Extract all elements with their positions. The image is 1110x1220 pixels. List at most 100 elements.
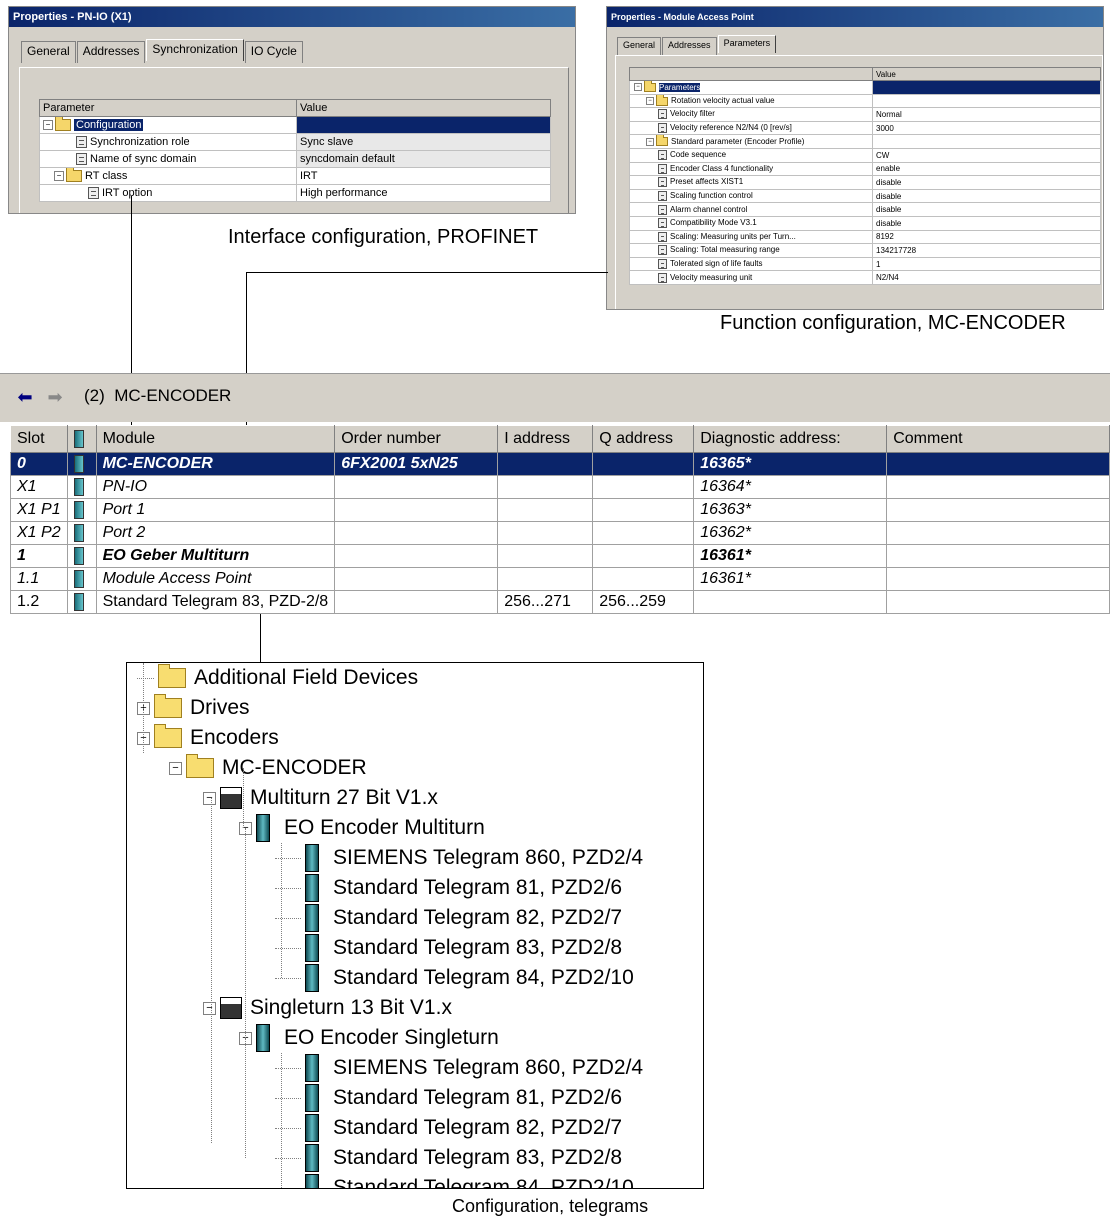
tree-item[interactable]: Standard Telegram 81, PZD2/6 xyxy=(275,873,622,903)
tab-parameters[interactable]: Parameters xyxy=(717,35,777,53)
table-row[interactable]: X1 P1 Port 1 16363* xyxy=(10,498,1110,522)
column-header-icon[interactable] xyxy=(66,425,97,453)
param-row[interactable]: Scaling: Total measuring range 134217728 xyxy=(629,243,1101,258)
tree-item[interactable]: + Drives xyxy=(137,693,250,723)
column-header-value[interactable]: Value xyxy=(296,99,551,117)
param-value[interactable] xyxy=(872,93,1101,109)
tree-item[interactable]: Standard Telegram 83, PZD2/8 xyxy=(275,1143,622,1173)
param-value[interactable]: IRT xyxy=(296,167,551,185)
column-header-slot[interactable]: Slot xyxy=(10,425,68,453)
tree-item[interactable]: Standard Telegram 82, PZD2/7 xyxy=(275,1113,622,1143)
table-row[interactable]: X1 P2 Port 2 16362* xyxy=(10,521,1110,545)
param-value[interactable]: disable xyxy=(872,215,1101,231)
tree-item[interactable]: − EO Encoder Singleturn xyxy=(239,1023,499,1053)
collapse-icon[interactable]: − xyxy=(169,761,182,775)
param-value[interactable] xyxy=(872,80,1101,95)
tab-addresses[interactable]: Addresses xyxy=(662,37,717,55)
param-row[interactable]: Synchronization role Sync slave xyxy=(39,133,551,151)
collapse-icon[interactable]: − xyxy=(43,120,53,131)
table-row[interactable]: 0 MC-ENCODER 6FX2001 5xN25 16365* xyxy=(10,452,1110,476)
param-row[interactable]: − Parameters xyxy=(629,80,1101,95)
tree-item-label: Drives xyxy=(190,696,250,719)
param-row[interactable]: IRT option High performance xyxy=(39,184,551,202)
column-header-q-address[interactable]: Q address xyxy=(592,425,695,453)
param-value[interactable]: disable xyxy=(872,202,1101,217)
collapse-icon[interactable]: − xyxy=(646,137,654,146)
tree-item[interactable]: Standard Telegram 84, PZD2/10 xyxy=(275,1173,634,1188)
param-row[interactable]: Encoder Class 4 functionality enable xyxy=(629,161,1101,177)
table-row[interactable]: 1.2 Standard Telegram 83, PZD-2/8 256...27… xyxy=(10,590,1110,614)
param-row[interactable]: Preset affects XIST1 disable xyxy=(629,175,1101,190)
tab-synchronization[interactable]: Synchronization xyxy=(146,39,244,61)
back-arrow-icon[interactable]: ⬅ xyxy=(12,386,38,408)
tab-general[interactable]: General xyxy=(21,41,76,63)
param-value[interactable]: disable xyxy=(872,188,1101,204)
table-row[interactable]: 1 EO Geber Multiturn 16361* xyxy=(10,544,1110,568)
param-value[interactable]: 134217728 xyxy=(872,243,1101,258)
column-header-i-address[interactable]: I address xyxy=(497,425,594,453)
column-header-order-number[interactable]: Order number xyxy=(334,425,499,453)
param-row[interactable]: − Rotation velocity actual value xyxy=(629,93,1101,109)
collapse-icon[interactable]: − xyxy=(634,83,642,92)
collapse-icon[interactable]: − xyxy=(203,791,216,805)
column-header-diagnostic-address[interactable]: Diagnostic address: xyxy=(693,425,888,453)
param-value[interactable]: disable xyxy=(872,175,1101,190)
column-header-value[interactable]: Value xyxy=(872,67,1101,81)
collapse-icon[interactable]: − xyxy=(646,97,654,106)
param-row[interactable]: Scaling: Measuring units per Turn... 8192 xyxy=(629,229,1101,245)
param-value[interactable]: Normal xyxy=(872,107,1101,122)
param-value[interactable]: 1 xyxy=(872,256,1101,272)
param-value[interactable]: N2/N4 xyxy=(872,270,1101,285)
param-value[interactable]: 8192 xyxy=(872,229,1101,245)
tree-item[interactable]: Standard Telegram 83, PZD2/8 xyxy=(275,933,622,963)
param-value[interactable]: syncdomain default xyxy=(296,150,551,168)
tab-io-cycle[interactable]: IO Cycle xyxy=(244,41,303,63)
module-icon-cell xyxy=(66,475,97,499)
column-header-comment[interactable]: Comment xyxy=(886,425,1110,453)
tree-item[interactable]: SIEMENS Telegram 860, PZD2/4 xyxy=(275,843,643,873)
param-row[interactable]: − RT class IRT xyxy=(39,167,551,185)
tree-item[interactable]: − Singleturn 13 Bit V1.x xyxy=(203,993,452,1023)
param-value[interactable]: High performance xyxy=(296,184,551,202)
param-value[interactable]: 3000 xyxy=(872,120,1101,136)
param-row[interactable]: Velocity measuring unit N2/N4 xyxy=(629,270,1101,285)
collapse-icon[interactable]: − xyxy=(54,171,64,182)
tree-item[interactable]: − Encoders xyxy=(137,723,279,753)
tree-item[interactable]: − EO Encoder Multiturn xyxy=(239,813,485,843)
param-row[interactable]: Compatibility Mode V3.1 disable xyxy=(629,215,1101,231)
forward-arrow-icon[interactable]: ➡ xyxy=(42,386,68,408)
param-value[interactable]: enable xyxy=(872,161,1101,177)
tree-item[interactable]: Standard Telegram 81, PZD2/6 xyxy=(275,1083,622,1113)
tree-item[interactable]: Standard Telegram 82, PZD2/7 xyxy=(275,903,622,933)
param-row[interactable]: Code sequence CW xyxy=(629,147,1101,163)
column-header-module[interactable]: Module xyxy=(95,425,336,453)
tree-item[interactable]: Standard Telegram 84, PZD2/10 xyxy=(275,963,634,993)
param-value[interactable]: Sync slave xyxy=(296,133,551,151)
column-header-parameter[interactable] xyxy=(629,67,873,81)
caption-function-configuration: Function configuration, MC-ENCODER xyxy=(720,312,1066,334)
tree-item[interactable]: SIEMENS Telegram 860, PZD2/4 xyxy=(275,1053,643,1083)
param-row[interactable]: Tolerated sign of life faults 1 xyxy=(629,256,1101,272)
param-row[interactable]: Velocity reference N2/N4 (0 [rev/s] 3000 xyxy=(629,120,1101,136)
tree-item-label: Standard Telegram 81, PZD2/6 xyxy=(333,1086,623,1109)
tree-item[interactable]: Additional Field Devices xyxy=(137,663,418,693)
tree-item[interactable]: − Multiturn 27 Bit V1.x xyxy=(203,783,438,813)
tab-addresses[interactable]: Addresses xyxy=(76,41,146,63)
param-row[interactable]: − Configuration xyxy=(39,116,551,134)
cell-i xyxy=(497,452,594,476)
param-row[interactable]: Velocity filter Normal xyxy=(629,107,1101,122)
collapse-icon[interactable]: − xyxy=(203,1001,216,1015)
param-row[interactable]: Alarm channel control disable xyxy=(629,202,1101,217)
table-row[interactable]: X1 PN-IO 16364* xyxy=(10,475,1110,499)
parameter-icon xyxy=(658,150,667,161)
tab-general[interactable]: General xyxy=(617,37,662,55)
param-value[interactable] xyxy=(872,134,1101,149)
column-header-parameter[interactable]: Parameter xyxy=(39,99,297,117)
param-row[interactable]: Scaling function control disable xyxy=(629,188,1101,204)
table-row[interactable]: 1.1 Module Access Point 16361* xyxy=(10,567,1110,591)
tree-item[interactable]: − MC-ENCODER xyxy=(169,753,367,783)
param-row[interactable]: Name of sync domain syncdomain default xyxy=(39,150,551,168)
param-name: IRT option xyxy=(102,186,153,199)
param-row[interactable]: − Standard parameter (Encoder Profile) xyxy=(629,134,1101,149)
param-value[interactable]: CW xyxy=(872,147,1101,163)
